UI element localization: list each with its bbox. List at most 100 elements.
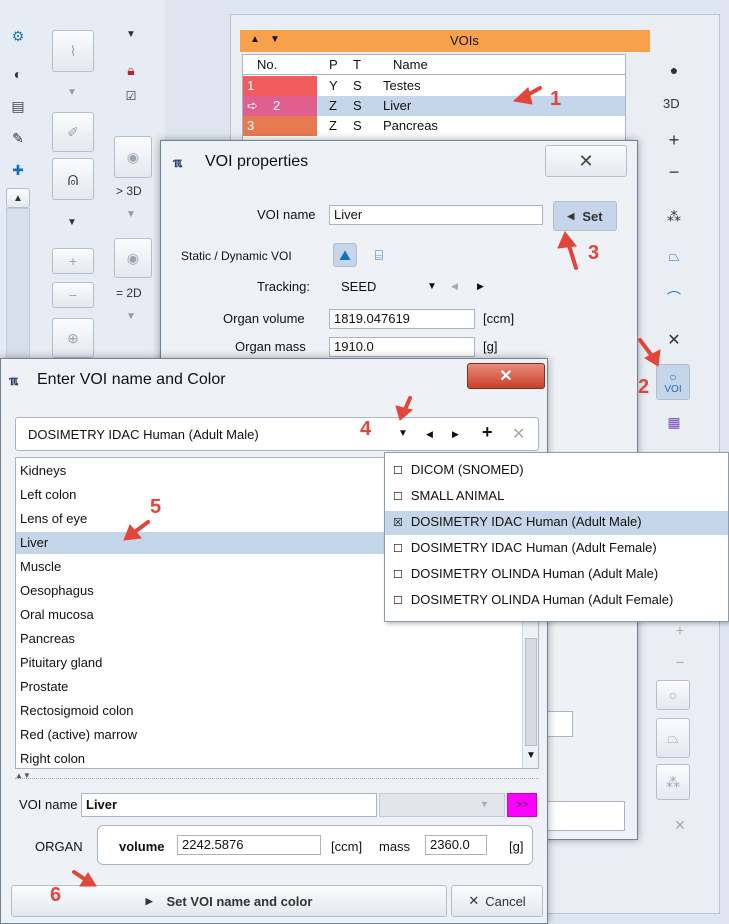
organ-volume-field[interactable]: 1819.047619 [329, 309, 475, 329]
zoom-out-icon[interactable]: − [664, 162, 684, 182]
column-no[interactable]: No. [257, 57, 277, 72]
close-dialog-button[interactable]: ✕ [467, 363, 545, 389]
printer-icon[interactable]: ▤ [8, 96, 28, 116]
column-t[interactable]: T [353, 57, 361, 72]
remove-atlas-icon[interactable]: ✕ [512, 424, 525, 444]
column-name[interactable]: Name [393, 57, 428, 72]
to-2d-label: = 2D [116, 286, 142, 300]
lock-icon[interactable]: 🔒︎ [121, 60, 141, 80]
static-voi-toggle[interactable]: ⛰ [333, 243, 357, 267]
chevron-down-icon[interactable]: ▼ [62, 82, 82, 102]
set-button[interactable]: ◀ Set [553, 201, 617, 231]
minus-icon[interactable]: − [670, 652, 690, 672]
voi-name-field[interactable]: Liver [81, 793, 377, 817]
dynamic-voi-icon[interactable]: ⌸ [369, 245, 389, 265]
atlas-next-icon[interactable]: ▶ [452, 429, 459, 440]
minus-button[interactable]: − [52, 282, 94, 308]
contrast-icon[interactable]: ◐ [8, 64, 28, 84]
side-scroll-up[interactable]: ▲ [6, 188, 30, 208]
cancel-button[interactable]: ✕ Cancel [451, 885, 543, 917]
brush-button[interactable]: ✐ [52, 112, 94, 152]
move-tool-button[interactable]: ⊕ [52, 318, 94, 358]
draw-tool-button[interactable]: ⍝ [52, 158, 94, 200]
atlas-option[interactable]: ☐ DOSIMETRY OLINDA Human (Adult Male) [385, 563, 728, 587]
voi-name-field[interactable]: Liver [329, 205, 543, 225]
volume-field[interactable]: 2242.5876 [177, 835, 321, 855]
atlas-option[interactable]: ☐ DICOM (SNOMED) [385, 459, 728, 483]
atlas-option[interactable]: ☐ DOSIMETRY OLINDA Human (Adult Female) [385, 589, 728, 613]
sphere-3d-icon[interactable]: ● [664, 60, 684, 80]
voi-row-p: Z [329, 118, 337, 133]
voi-properties-button[interactable]: ○ VOI [656, 364, 690, 400]
mass-field[interactable]: 2360.0 [425, 835, 487, 855]
tracking-prev-icon[interactable]: ◀ [451, 281, 458, 292]
chevron-down-icon[interactable]: ▼ [62, 212, 82, 232]
polygon-icon[interactable]: ⏢ [664, 246, 684, 266]
tracking-dropdown-icon[interactable]: ▼ [427, 281, 437, 292]
play-icon: ▶ [145, 895, 153, 906]
pen-icon[interactable]: ✎ [8, 128, 28, 148]
voi-name-label: VOI name [19, 797, 78, 812]
scrollbar-thumb[interactable] [525, 638, 537, 746]
crosshair-icon[interactable]: ✚ [8, 160, 28, 180]
atlas-dropdown-icon[interactable]: ▼ [398, 428, 408, 439]
voi-row-t: S [353, 98, 362, 113]
close-window-button[interactable]: ✕ [545, 145, 627, 177]
voi-row-selected[interactable]: ➪ 2 Z S Liver [243, 96, 625, 116]
list-item[interactable]: Red (active) marrow [16, 724, 538, 746]
sort-up-icon[interactable]: ▲ [250, 34, 260, 45]
checkbox-icon[interactable]: ☑ [121, 86, 141, 106]
voi-panel-title: VOIs [450, 33, 479, 48]
color-dropdown-icon[interactable]: ▼ [480, 799, 489, 809]
network-icon[interactable]: ⚙ [8, 26, 28, 46]
close-icon[interactable]: ✕ [664, 330, 684, 350]
list-item[interactable]: Rectosigmoid colon [16, 700, 538, 722]
list-item[interactable]: Pituitary gland [16, 652, 538, 674]
atlas-option-selected[interactable]: ☒ DOSIMETRY IDAC Human (Adult Male) [385, 511, 728, 535]
curve-icon[interactable]: ⌒ [664, 288, 684, 308]
voi-properties-title: VOI properties [205, 153, 309, 170]
chevron-down-icon[interactable]: ▼ [121, 306, 141, 326]
circle-tool-button[interactable]: ○ [656, 680, 690, 710]
tracking-value[interactable]: SEED [341, 279, 376, 294]
splitter[interactable]: ▲▼ [15, 771, 539, 780]
voi-row-number: 2 [273, 98, 281, 113]
hierarchy-icon[interactable]: ⁂ [664, 206, 684, 226]
polygon-tool-button[interactable]: ⏢ [656, 718, 690, 758]
list-item[interactable]: Prostate [16, 676, 538, 698]
atlas-option[interactable]: ☐ SMALL ANIMAL [385, 485, 728, 509]
atlas-selector[interactable]: DOSIMETRY IDAC Human (Adult Male) ▼ ◀ ▶ … [15, 417, 539, 451]
set-voi-name-button[interactable]: ▶ Set VOI name and color [11, 885, 447, 917]
chevron-down-icon[interactable]: ▼ [121, 204, 141, 224]
sort-down-icon[interactable]: ▼ [270, 34, 280, 45]
color-palette-icon[interactable]: ▦ [664, 412, 684, 432]
tracking-next-icon[interactable]: ▶ [477, 281, 484, 292]
voi-row[interactable]: 3 Z S Pancreas [243, 116, 625, 136]
color-select[interactable]: ▼ [379, 793, 505, 817]
organ-mass-field[interactable]: 1910.0 [329, 337, 475, 357]
list-item[interactable]: Right colon [16, 748, 538, 768]
zoom-in-icon[interactable]: + [664, 130, 684, 150]
add-atlas-icon[interactable]: + [482, 422, 493, 443]
scroll-down-icon[interactable]: ▼ [526, 750, 536, 761]
voi-row[interactable]: 1 Y S Testes [243, 76, 625, 96]
plus-button[interactable]: + [52, 248, 94, 274]
atlas-option[interactable]: ☐ DOSIMETRY IDAC Human (Adult Female) [385, 537, 728, 561]
list-item[interactable]: Pancreas [16, 628, 538, 650]
column-p[interactable]: P [329, 57, 338, 72]
view-3d-button[interactable]: 3D [663, 96, 680, 111]
annotation-4: 4 [360, 418, 372, 440]
tree-tool-button[interactable]: ⁂ [656, 764, 690, 800]
plus-icon[interactable]: + [670, 620, 690, 640]
close-icon[interactable]: ✕ [670, 815, 690, 835]
voi-row-t: S [353, 118, 362, 133]
dim-tool-button[interactable]: ⌇ [52, 30, 94, 72]
organ-mass-label: Organ mass [235, 339, 306, 354]
chevron-down-icon[interactable]: ▼ [121, 24, 141, 44]
atlas-prev-icon[interactable]: ◀ [426, 429, 433, 440]
blob-3d-button[interactable]: ◉ [114, 136, 152, 178]
blob-2d-button[interactable]: ◉ [114, 238, 152, 278]
color-picker-button[interactable]: >> [507, 793, 537, 817]
voi-row-name: Pancreas [383, 118, 438, 133]
annotation-1: 1 [550, 88, 562, 110]
